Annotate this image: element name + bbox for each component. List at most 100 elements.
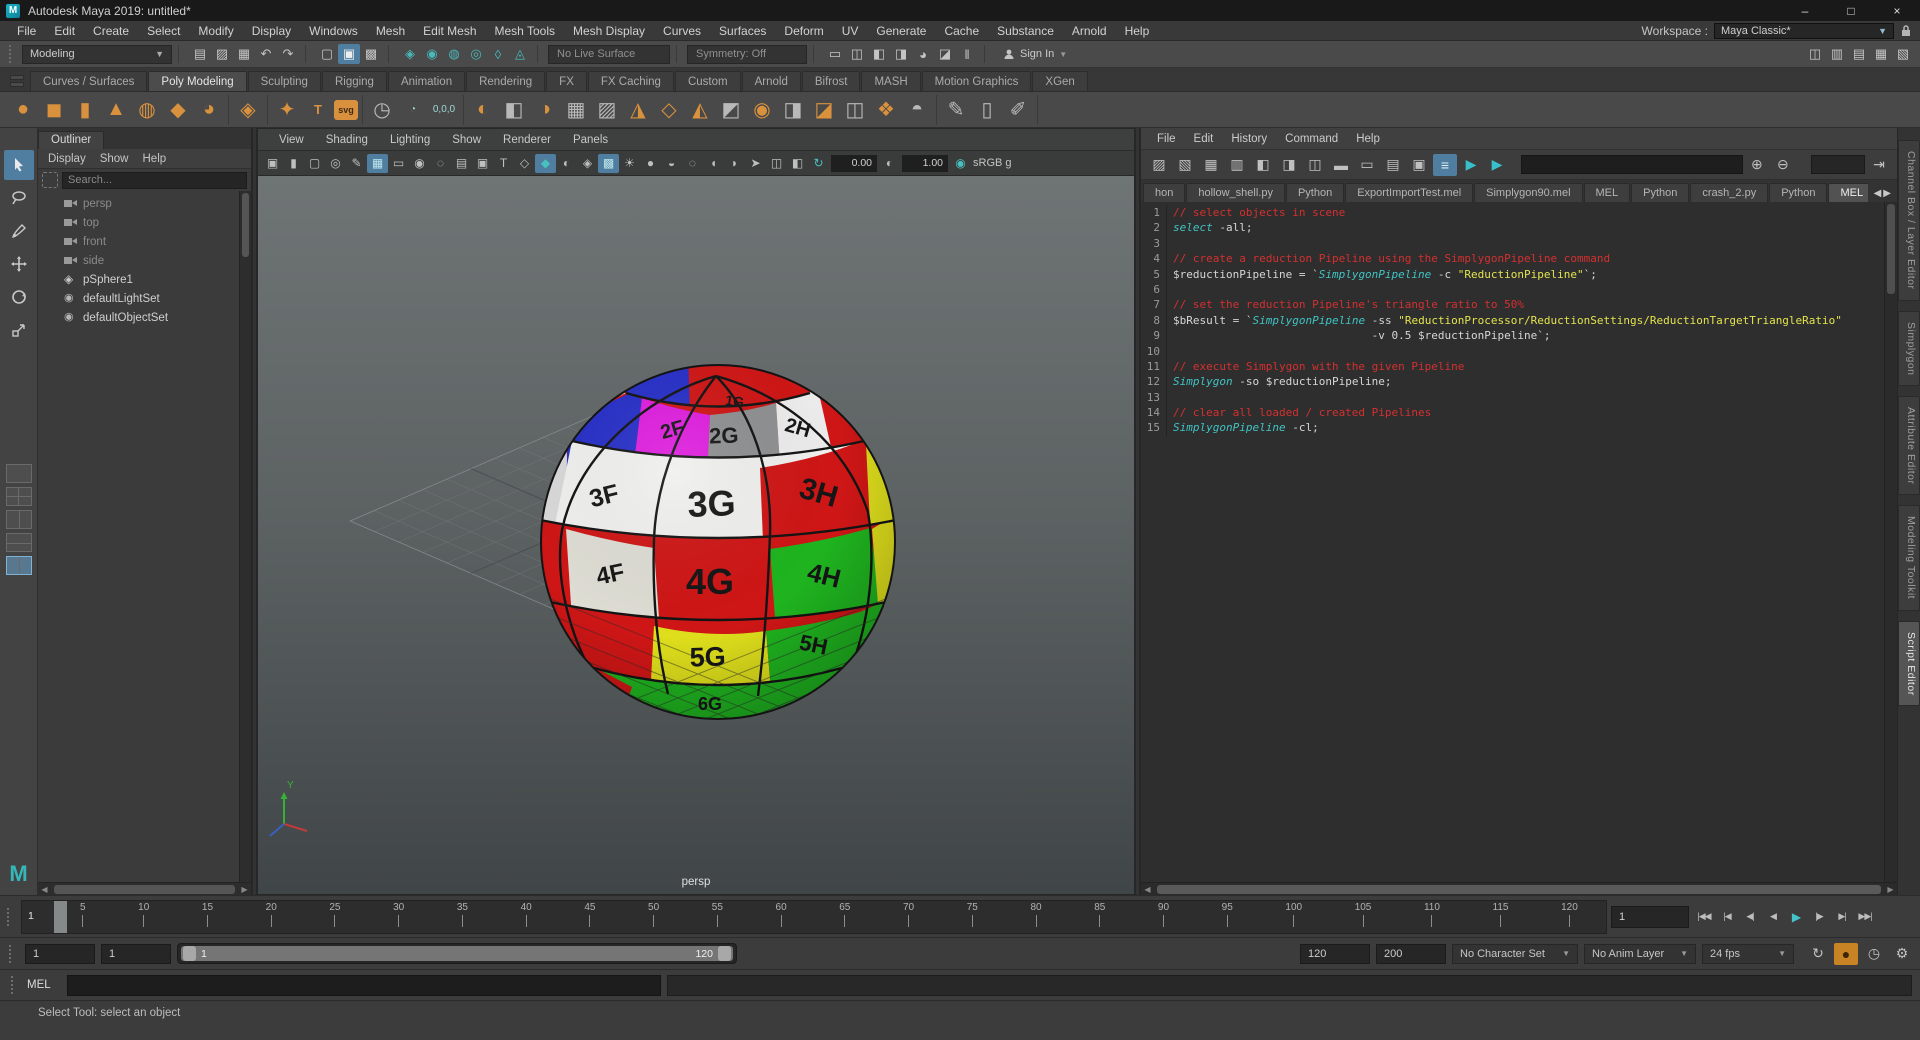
script-tab[interactable]: hollow_shell.py: [1186, 183, 1285, 202]
script-tab[interactable]: MEL: [1584, 183, 1631, 202]
outliner-item[interactable]: side: [38, 251, 239, 270]
docked-panel-tab[interactable]: Simplygon: [1898, 311, 1920, 387]
hypershade-icon[interactable]: ◕: [912, 44, 934, 64]
safe-action-icon[interactable]: ▣: [472, 154, 493, 173]
shelf-tab[interactable]: Poly Modeling: [148, 71, 246, 91]
live-surface-field[interactable]: No Live Surface: [548, 45, 670, 64]
new-scene-icon[interactable]: ▤: [189, 44, 211, 64]
docked-panel-tab[interactable]: Script Editor: [1898, 621, 1920, 707]
clear-input-icon[interactable]: ◨: [1277, 154, 1301, 176]
snap-together-icon[interactable]: ◔: [398, 95, 428, 125]
extract-icon[interactable]: ◑: [530, 95, 560, 125]
menu-item[interactable]: Select: [138, 22, 189, 40]
measure-tool-icon[interactable]: ◷: [367, 95, 397, 125]
toggle-attribute-editor-icon[interactable]: ▤: [1848, 44, 1870, 64]
play-backwards-button[interactable]: ◀: [1762, 906, 1784, 928]
menu-set-dropdown[interactable]: Modeling▼: [22, 45, 172, 64]
boolean-union-icon[interactable]: ▦: [561, 95, 591, 125]
type-tool-icon[interactable]: T: [303, 95, 333, 125]
menu-item[interactable]: Mesh Tools: [486, 22, 564, 40]
pause-viewport-icon[interactable]: ‖: [956, 44, 978, 64]
outliner-menu-item[interactable]: Display: [48, 153, 86, 165]
symmetrize-icon[interactable]: ❖: [871, 95, 901, 125]
range-slider[interactable]: 1 120: [177, 943, 737, 964]
sculpt-icon[interactable]: ◓: [902, 95, 932, 125]
svg-tool-icon[interactable]: svg: [334, 100, 358, 120]
docked-panel-tab[interactable]: Modeling Toolkit: [1898, 505, 1920, 610]
outliner-vertical-scrollbar[interactable]: [239, 191, 251, 882]
go-to-start-button[interactable]: |◀◀: [1693, 906, 1715, 928]
step-back-key-button[interactable]: ◀|: [1739, 906, 1761, 928]
save-scene-icon[interactable]: ▦: [233, 44, 255, 64]
menu-item[interactable]: Arnold: [1063, 22, 1116, 40]
gamma-field[interactable]: 1.00: [902, 155, 948, 172]
shelf-tab[interactable]: Curves / Surfaces: [30, 71, 147, 91]
outliner-item[interactable]: top: [38, 213, 239, 232]
show-input-pane-icon[interactable]: ▭: [1355, 154, 1379, 176]
script-tab[interactable]: MEL: [1828, 183, 1867, 202]
colorspace-toggle-icon[interactable]: ◉: [950, 154, 971, 173]
layout-two-pane-side-button[interactable]: [6, 510, 32, 529]
bookmark-icon[interactable]: ▮: [283, 154, 304, 173]
menu-item[interactable]: Mesh: [367, 22, 414, 40]
lock-icon[interactable]: [1900, 24, 1912, 38]
poly-cylinder-icon[interactable]: ▮: [70, 95, 100, 125]
outliner-horizontal-scrollbar[interactable]: ◀▶: [38, 882, 251, 895]
layout-persp-outliner-button[interactable]: [6, 556, 32, 575]
layout-single-pane-button[interactable]: [6, 464, 32, 483]
scale-tool[interactable]: [4, 315, 34, 345]
zoom-in-icon[interactable]: ⊕: [1745, 154, 1769, 176]
shaded-icon[interactable]: ◆: [535, 154, 556, 173]
colorspace-label[interactable]: sRGB g: [973, 157, 1012, 169]
render-setup-icon[interactable]: ◪: [934, 44, 956, 64]
animation-end-field[interactable]: 200: [1376, 944, 1446, 964]
textured-icon[interactable]: ◐: [556, 154, 577, 173]
select-object-icon[interactable]: ▣: [338, 44, 360, 64]
minimize-button[interactable]: –: [1782, 0, 1828, 21]
shelf-tab[interactable]: XGen: [1032, 71, 1087, 91]
script-search-input[interactable]: [1521, 155, 1743, 174]
crease-tool-icon[interactable]: ✐: [1003, 95, 1033, 125]
workspace-stack-icon[interactable]: ▧: [1892, 44, 1914, 64]
script-tab[interactable]: Simplygon90.mel: [1474, 183, 1582, 202]
zero-transform-icon[interactable]: 0,0,0: [429, 95, 459, 125]
menu-item[interactable]: Generate: [867, 22, 935, 40]
auto-keyframe-icon[interactable]: ●: [1834, 943, 1858, 965]
open-scene-icon[interactable]: ▨: [211, 44, 233, 64]
menu-item[interactable]: Modify: [189, 22, 242, 40]
render-current-frame-icon[interactable]: ◫: [846, 44, 868, 64]
mirror-icon[interactable]: ◨: [778, 95, 808, 125]
command-input[interactable]: [67, 975, 661, 996]
shelf-tab[interactable]: Sculpting: [248, 71, 321, 91]
grease-pencil-icon[interactable]: ✎: [346, 154, 367, 173]
menu-item[interactable]: Create: [84, 22, 138, 40]
menu-item[interactable]: Display: [243, 22, 300, 40]
viewport-menu-item[interactable]: View: [270, 132, 313, 148]
playback-end-field[interactable]: 120: [1300, 944, 1370, 964]
motion-blur-icon[interactable]: ◌: [682, 154, 703, 173]
film-gate-icon[interactable]: ▭: [388, 154, 409, 173]
script-tab[interactable]: crash_2.py: [1690, 183, 1768, 202]
outliner-item[interactable]: defaultLightSet: [38, 289, 239, 308]
extrude-icon[interactable]: ◮: [623, 95, 653, 125]
step-back-frame-button[interactable]: |◀: [1716, 906, 1738, 928]
range-start-handle[interactable]: [183, 946, 196, 961]
range-end-handle[interactable]: [718, 946, 731, 961]
menu-item[interactable]: Curves: [654, 22, 710, 40]
script-tab[interactable]: Python: [1769, 183, 1827, 202]
character-set-dropdown[interactable]: No Character Set▼: [1452, 944, 1578, 964]
script-vertical-scrollbar[interactable]: [1884, 202, 1897, 882]
script-editor-menu-item[interactable]: File: [1149, 131, 1184, 147]
menu-item[interactable]: Surfaces: [710, 22, 775, 40]
snap-grid-icon[interactable]: ◈: [399, 44, 421, 64]
shadows-icon[interactable]: ●: [640, 154, 661, 173]
camera-attributes-icon[interactable]: ▣: [262, 154, 283, 173]
playback-loop-icon[interactable]: ↻: [1806, 943, 1830, 965]
outliner-menu-item[interactable]: Show: [100, 153, 129, 165]
paint-select-tool[interactable]: [4, 216, 34, 246]
script-editor-menu-item[interactable]: Edit: [1186, 131, 1222, 147]
select-component-icon[interactable]: ▩: [360, 44, 382, 64]
shelf-tab[interactable]: Rendering: [466, 71, 545, 91]
animation-start-field[interactable]: 1: [25, 944, 95, 964]
script-horizontal-scrollbar[interactable]: ◀▶: [1141, 882, 1897, 895]
